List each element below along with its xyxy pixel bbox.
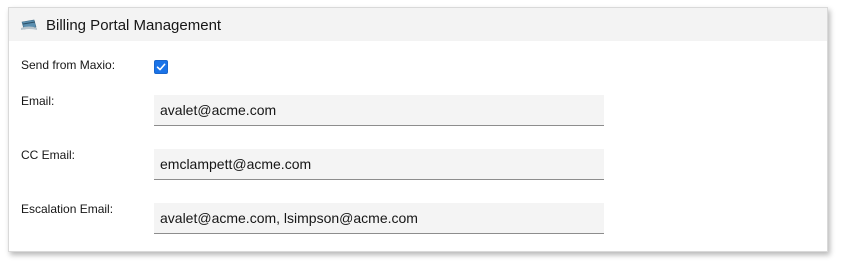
card-icon [20,18,38,30]
checkmark-icon [156,63,166,71]
email-label: Email: [21,94,55,108]
escalation-email-value: avalet@acme.com, lsimpson@acme.com [160,210,418,226]
cc-email-value: emclampett@acme.com [160,156,312,172]
escalation-email-field[interactable]: avalet@acme.com, lsimpson@acme.com [154,203,604,234]
cc-email-label: CC Email: [21,148,76,162]
send-from-label: Send from Maxio: [21,58,116,72]
cc-email-field[interactable]: emclampett@acme.com [154,149,604,180]
email-value: avalet@acme.com [160,102,277,118]
email-field[interactable]: avalet@acme.com [154,95,604,126]
billing-portal-panel: Billing Portal Management Send from Maxi… [8,7,828,252]
send-from-checkbox[interactable] [154,60,168,74]
panel-header: Billing Portal Management [9,8,827,41]
panel-title: Billing Portal Management [46,17,222,34]
escalation-email-label: Escalation Email: [21,202,114,216]
